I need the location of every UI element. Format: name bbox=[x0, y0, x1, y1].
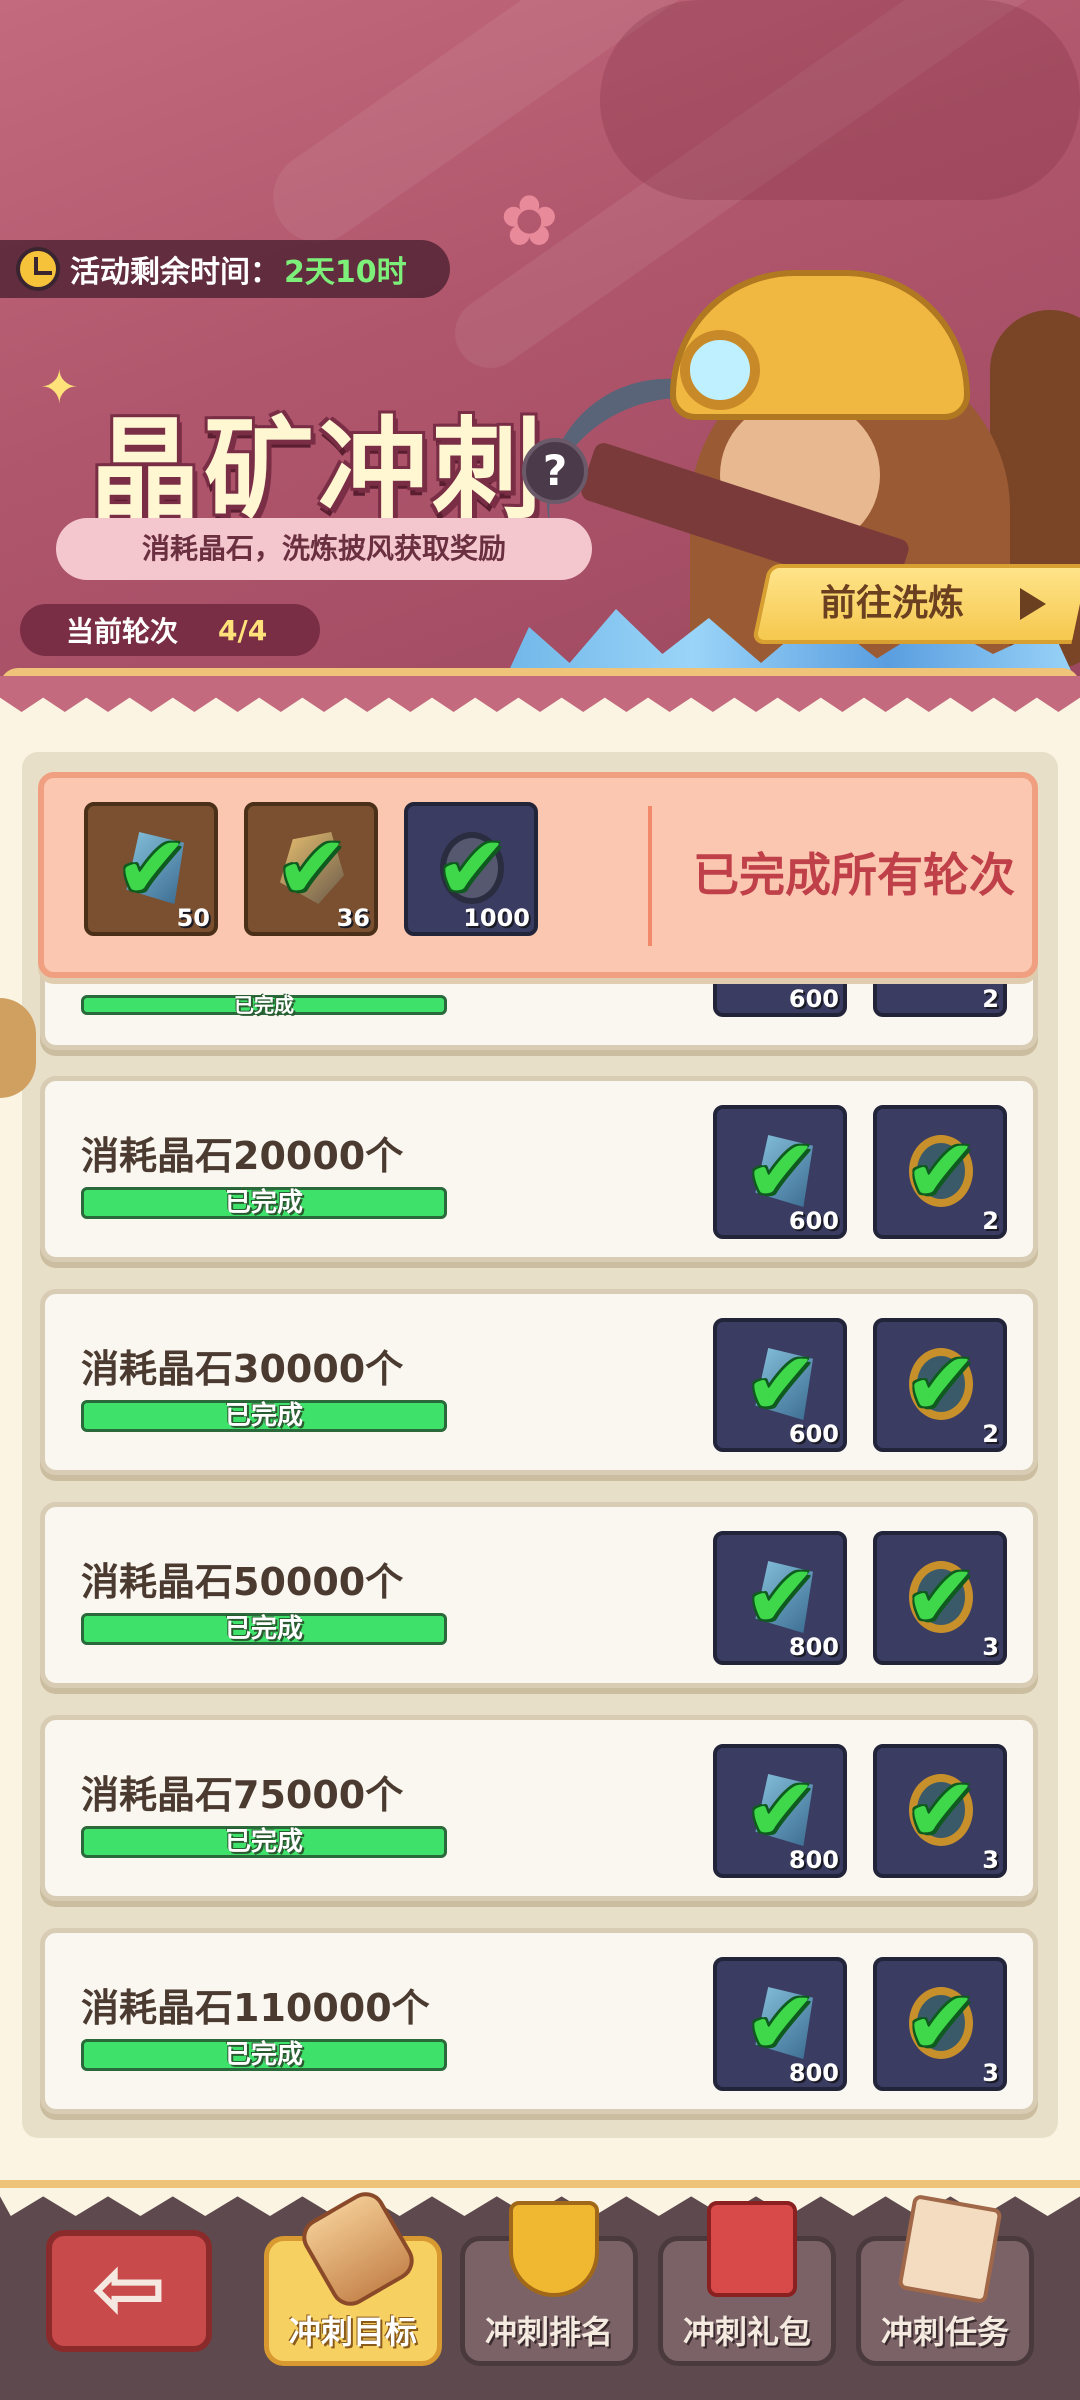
check-icon: ✔ bbox=[744, 1545, 818, 1648]
current-round: 当前轮次 4/4 bbox=[20, 604, 320, 656]
reward-tile[interactable]: ✔ 800 bbox=[713, 1531, 847, 1665]
task-progress-bar: 已完成 bbox=[81, 1187, 447, 1219]
reward-tile[interactable]: ✔ 2 bbox=[873, 1318, 1007, 1452]
sparkle-icon: ✦ bbox=[40, 360, 79, 414]
tab-sprint-ranking[interactable]: 冲刺排名 bbox=[460, 2201, 638, 2366]
tab-sprint-gift[interactable]: 冲刺礼包 bbox=[658, 2201, 836, 2366]
play-arrow-icon bbox=[1020, 588, 1046, 620]
clock-icon bbox=[16, 247, 60, 291]
reward-tile[interactable]: ✔ 3 bbox=[873, 1957, 1007, 2091]
all-rounds-complete-label: 已完成所有轮次 bbox=[693, 848, 1015, 902]
tab-label: 冲刺礼包 bbox=[682, 2313, 811, 2351]
banner-cloud bbox=[600, 0, 1080, 200]
flower-icon: ✿ bbox=[500, 180, 559, 262]
reward-qty: 600 bbox=[788, 1207, 839, 1235]
reward-tile[interactable]: ✔ 2 bbox=[873, 1105, 1007, 1239]
reward-tile[interactable]: ✔ 36 bbox=[244, 802, 378, 936]
task-card: 消耗晶石30000个 已完成 ✔ 600 ✔ 2 bbox=[40, 1289, 1038, 1475]
reward-qty: 1000 bbox=[463, 904, 530, 932]
check-icon: ✔ bbox=[115, 816, 189, 919]
task-card: 消耗晶石20000个 已完成 ✔ 600 ✔ 2 bbox=[40, 1076, 1038, 1262]
event-title: 晶矿冲刺 bbox=[90, 406, 546, 534]
timer-label: 活动剩余时间： bbox=[70, 255, 280, 290]
reward-tile[interactable]: ✔ 1000 bbox=[404, 802, 538, 936]
reward-qty: 3 bbox=[982, 1846, 999, 1874]
task-title: 消耗晶石110000个 bbox=[81, 1986, 430, 2030]
check-icon: ✔ bbox=[904, 1332, 978, 1435]
task-card: 消耗晶石110000个 已完成 ✔ 800 ✔ 3 bbox=[40, 1928, 1038, 2114]
reward-qty: 2 bbox=[982, 1207, 999, 1235]
task-title: 消耗晶石30000个 bbox=[81, 1347, 404, 1391]
event-subtitle: 消耗晶石，洗炼披风获取奖励 bbox=[56, 518, 592, 580]
check-icon: ✔ bbox=[904, 1758, 978, 1861]
task-progress-bar: 已完成 bbox=[81, 1613, 447, 1645]
reward-qty: 2 bbox=[982, 985, 999, 1013]
reward-tile[interactable]: ✔ 800 bbox=[713, 1957, 847, 2091]
reward-qty: 800 bbox=[788, 1633, 839, 1661]
reward-qty: 3 bbox=[982, 1633, 999, 1661]
check-icon: ✔ bbox=[744, 1971, 818, 2074]
task-card: 消耗晶石75000个 已完成 ✔ 800 ✔ 3 bbox=[40, 1715, 1038, 1901]
timer-value: 2天10时 bbox=[284, 255, 407, 290]
reward-qty: 600 bbox=[788, 985, 839, 1013]
check-icon: ✔ bbox=[435, 816, 509, 919]
tab-label: 冲刺排名 bbox=[484, 2313, 613, 2351]
task-progress-bar: 已完成 bbox=[81, 995, 447, 1015]
task-progress-bar: 已完成 bbox=[81, 1400, 447, 1432]
task-progress-bar: 已完成 bbox=[81, 1826, 447, 1858]
check-icon: ✔ bbox=[744, 1119, 818, 1222]
quest-paper-icon bbox=[897, 2193, 1003, 2305]
reward-qty: 800 bbox=[788, 1846, 839, 1874]
event-banner: ✦ ✿ 活动剩余时间： 2天10时 晶矿冲刺 ? 消耗晶石，洗炼披风获取奖励 当… bbox=[0, 0, 1080, 680]
task-title: 消耗晶石75000个 bbox=[81, 1773, 404, 1817]
event-timer: 活动剩余时间： 2天10时 bbox=[0, 240, 450, 298]
reward-tile[interactable]: ✔ 3 bbox=[873, 1744, 1007, 1878]
task-title: 消耗晶石20000个 bbox=[81, 1134, 404, 1178]
reward-qty: 36 bbox=[336, 904, 370, 932]
tab-label: 冲刺目标 bbox=[288, 2313, 417, 2351]
summary-divider bbox=[648, 806, 652, 946]
check-icon: ✔ bbox=[744, 1758, 818, 1861]
task-card: 消耗晶石50000个 已完成 ✔ 800 ✔ 3 bbox=[40, 1502, 1038, 1688]
trophy-icon bbox=[509, 2201, 599, 2297]
round-summary-card: ✔ 50 ✔ 36 ✔ 1000 已完成所有轮次 bbox=[38, 772, 1038, 978]
helmet-lamp bbox=[680, 330, 760, 410]
reward-tile[interactable]: ✔ 600 bbox=[713, 1105, 847, 1239]
reward-tile[interactable]: ✔ 600 bbox=[713, 1318, 847, 1452]
goto-refine-label[interactable]: 前往洗炼 bbox=[820, 564, 964, 644]
reward-qty: 50 bbox=[176, 904, 210, 932]
round-label: 当前轮次 bbox=[66, 615, 179, 648]
check-icon: ✔ bbox=[904, 1119, 978, 1222]
round-value: 4/4 bbox=[218, 613, 268, 647]
check-icon: ✔ bbox=[744, 1332, 818, 1435]
check-icon: ✔ bbox=[904, 1545, 978, 1648]
back-arrow-icon: ⇦ bbox=[91, 2236, 167, 2341]
reward-qty: 600 bbox=[788, 1420, 839, 1448]
tab-sprint-goal[interactable]: 冲刺目标 bbox=[264, 2184, 442, 2366]
check-icon: ✔ bbox=[275, 816, 349, 919]
tab-sprint-quest[interactable]: 冲刺任务 bbox=[856, 2193, 1034, 2366]
back-button[interactable]: ⇦ bbox=[46, 2230, 212, 2352]
help-button[interactable]: ? bbox=[522, 438, 588, 504]
task-title: 消耗晶石50000个 bbox=[81, 1560, 404, 1604]
tab-label: 冲刺任务 bbox=[880, 2313, 1009, 2351]
reward-qty: 2 bbox=[982, 1420, 999, 1448]
gift-icon bbox=[707, 2201, 797, 2297]
check-icon: ✔ bbox=[904, 1971, 978, 2074]
reward-qty: 800 bbox=[788, 2059, 839, 2087]
reward-tile[interactable]: ✔ 800 bbox=[713, 1744, 847, 1878]
task-progress-bar: 已完成 bbox=[81, 2039, 447, 2071]
reward-qty: 3 bbox=[982, 2059, 999, 2087]
reward-tile[interactable]: ✔ 3 bbox=[873, 1531, 1007, 1665]
reward-tile[interactable]: ✔ 50 bbox=[84, 802, 218, 936]
